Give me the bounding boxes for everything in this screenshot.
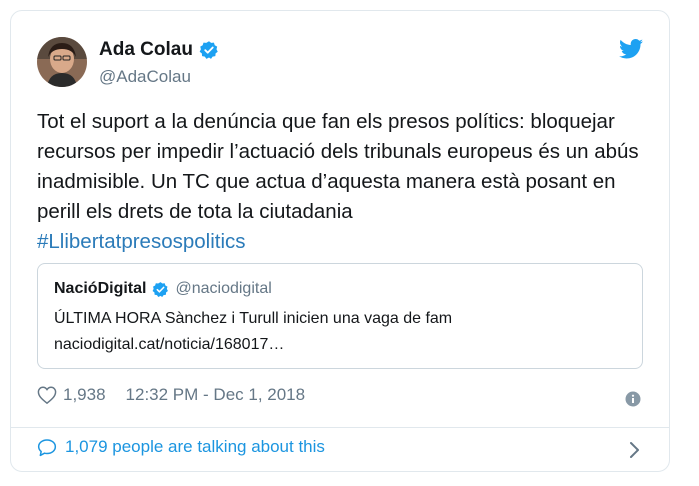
quoted-link[interactable]: naciodigital.cat/noticia/168017…: [54, 336, 284, 354]
timestamp[interactable]: 12:32 PM - Dec 1, 2018: [126, 385, 306, 405]
quoted-handle: @naciodigital: [175, 280, 272, 297]
author-name-row[interactable]: Ada Colau: [99, 39, 219, 61]
tweet-text: Tot el suport a la denúncia que fan els …: [37, 107, 647, 257]
info-icon[interactable]: [625, 391, 641, 407]
hashtag-link[interactable]: #Llibertatpresospolitics: [37, 230, 246, 253]
tweet-meta: 1,938 12:32 PM - Dec 1, 2018: [37, 385, 305, 405]
tweet-card: Ada Colau @AdaColau Tot el suport a la d…: [10, 10, 670, 472]
quoted-tweet[interactable]: NacióDigital @naciodigital ÚLTIMA HORA S…: [37, 263, 643, 369]
quoted-display-name: NacióDigital: [54, 280, 147, 297]
conversation-count[interactable]: 1,079 people are talking about this: [65, 437, 325, 457]
avatar[interactable]: [37, 37, 87, 87]
heart-icon[interactable]: [37, 386, 57, 404]
author-display-name[interactable]: Ada Colau: [99, 39, 193, 61]
verified-badge-icon: [199, 41, 218, 59]
twitter-bird-icon[interactable]: [619, 39, 643, 59]
divider: [11, 427, 669, 428]
chevron-right-icon[interactable]: [629, 441, 641, 459]
conversation-link[interactable]: 1,079 people are talking about this: [37, 437, 325, 457]
speech-bubble-icon: [37, 438, 57, 456]
verified-badge-icon: [153, 281, 169, 297]
tweet-body: Tot el suport a la denúncia que fan els …: [37, 110, 639, 223]
like-count[interactable]: 1,938: [63, 385, 106, 405]
quoted-text: ÚLTIMA HORA Sànchez i Turull inicien una…: [54, 310, 453, 327]
author-handle[interactable]: @AdaColau: [99, 67, 191, 87]
quoted-tweet-header: NacióDigital @naciodigital: [54, 280, 272, 298]
